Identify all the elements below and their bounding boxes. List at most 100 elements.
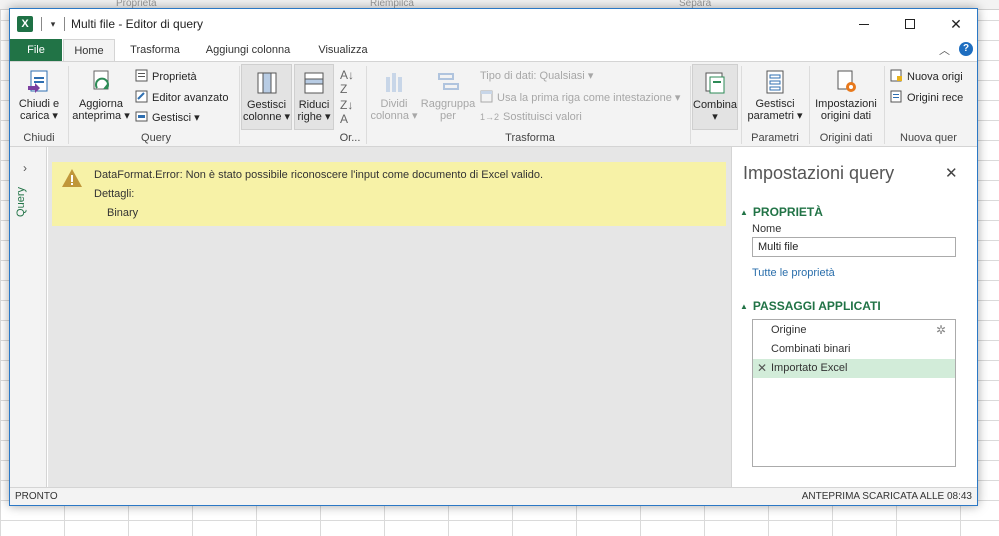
group-by-button[interactable]: Raggruppa per	[420, 68, 476, 122]
manage-label: Gestisci	[152, 112, 192, 124]
data-source-label-2: origini dati	[820, 110, 872, 122]
minimize-button[interactable]	[841, 9, 887, 39]
close-pane-icon[interactable]: ✕	[945, 164, 958, 182]
close-load-label-2: carica	[20, 110, 50, 122]
title-bar: X ▾ Multi file - Editor di query ✕	[10, 9, 977, 39]
group-divider	[690, 66, 691, 144]
properties-section-header[interactable]: ▲ PROPRIETÀ	[740, 205, 823, 219]
refresh-icon	[93, 70, 109, 90]
group-divider	[809, 66, 810, 144]
toolbar-divider	[41, 17, 42, 31]
group-label-ordina: Or...	[339, 132, 361, 144]
tab-file[interactable]: File	[10, 39, 62, 61]
properties-icon	[135, 69, 148, 82]
combine-button[interactable]: Combina ▾	[692, 64, 738, 130]
data-source-settings-button[interactable]: Impostazioni origini dati	[811, 68, 881, 122]
expand-queries-icon[interactable]: ›	[23, 161, 27, 175]
step-item[interactable]: Origine ✲	[753, 321, 955, 340]
sort-ascending-icon[interactable]: A↓ Z	[340, 68, 354, 96]
split-column-button[interactable]: Dividi colonna ▾	[370, 68, 418, 122]
recent-sources-label: Origini rece	[907, 92, 964, 104]
collapse-triangle-icon: ▲	[740, 302, 748, 311]
reduce-rows-label-1: Riduci	[298, 99, 330, 111]
warning-icon	[62, 169, 82, 187]
data-type-dropdown[interactable]: Tipo di dati: Qualsiasi ▾	[480, 69, 593, 83]
first-row-header-icon	[480, 90, 493, 103]
status-ready: PRONTO	[15, 491, 58, 502]
quick-access-menu-icon[interactable]: ▾	[46, 16, 60, 32]
collapse-ribbon-icon[interactable]: ︿	[939, 42, 950, 58]
refresh-preview-button[interactable]: Aggiorna anteprima ▾	[72, 68, 130, 122]
group-label-query: Query	[141, 132, 171, 144]
manage-columns-button[interactable]: Gestisci colonne ▾	[241, 64, 292, 130]
manage-columns-label-1: Gestisci	[246, 99, 287, 111]
group-divider	[366, 66, 367, 144]
sort-descending-icon[interactable]: Z↓ A	[340, 98, 353, 126]
tab-aggiungi-colonna[interactable]: Aggiungi colonna	[198, 39, 298, 61]
query-editor-window: X ▾ Multi file - Editor di query ✕ File …	[9, 8, 978, 506]
parameters-icon	[766, 70, 784, 94]
manage-button[interactable]: Gestisci ▾	[135, 110, 200, 125]
step-label: Importato Excel	[771, 362, 848, 374]
properties-button[interactable]: Proprietà	[135, 69, 197, 84]
step-settings-gear-icon[interactable]: ✲	[936, 321, 946, 340]
combine-icon	[705, 72, 725, 94]
replace-values-label: Sostituisci valori	[503, 111, 582, 123]
group-by-icon	[438, 73, 459, 90]
applied-steps-list: Origine ✲ Combinati binari ✕ Importato E…	[752, 319, 956, 467]
query-name-input[interactable]	[752, 237, 956, 257]
step-item[interactable]: Combinati binari	[753, 340, 955, 359]
properties-label: Proprietà	[152, 71, 197, 83]
group-label-origini: Origini dati	[819, 132, 873, 144]
manage-parameters-label-2: parametri	[747, 110, 794, 122]
new-source-button[interactable]: Nuova origi	[890, 69, 963, 84]
manage-parameters-label-1: Gestisci	[755, 98, 795, 110]
queries-side-label[interactable]: Query	[15, 187, 27, 217]
all-properties-link[interactable]: Tutte le proprietà	[752, 267, 835, 279]
refresh-label-1: Aggiorna	[78, 98, 124, 110]
close-load-label-1: Chiudi e	[18, 98, 60, 110]
name-label: Nome	[752, 223, 782, 235]
maximize-button[interactable]	[887, 9, 933, 39]
error-details-label: Dettagli:	[94, 188, 135, 200]
new-source-icon	[890, 69, 902, 82]
group-divider	[239, 66, 240, 144]
replace-values-button[interactable]: 1→2 Sostituisci valori	[480, 110, 582, 124]
refresh-label-2: anteprima	[72, 110, 122, 122]
group-divider	[68, 66, 69, 144]
tab-visualizza[interactable]: Visualizza	[311, 39, 375, 61]
data-source-settings-icon	[837, 70, 856, 92]
new-source-label: Nuova origi	[907, 71, 963, 83]
group-label-parametri: Parametri	[751, 132, 799, 144]
advanced-editor-icon	[135, 90, 148, 103]
manage-columns-label-2: colonne	[242, 111, 282, 123]
toolbar-divider	[64, 17, 65, 31]
tab-home[interactable]: Home	[63, 39, 115, 62]
excel-app-icon: X	[17, 16, 33, 32]
collapse-triangle-icon: ▲	[740, 208, 748, 217]
manage-parameters-button[interactable]: Gestisci parametri ▾	[744, 68, 806, 122]
use-first-row-button[interactable]: Usa la prima riga come intestazione ▾	[480, 90, 680, 105]
step-label: Combinati binari	[771, 343, 851, 355]
error-details-value: Binary	[107, 207, 139, 219]
step-item-selected[interactable]: ✕ Importato Excel	[753, 359, 955, 378]
group-divider	[884, 66, 885, 144]
data-source-label-1: Impostazioni	[815, 98, 877, 110]
close-window-button[interactable]: ✕	[933, 9, 979, 39]
help-icon[interactable]: ?	[959, 42, 973, 56]
group-label-nuova-query: Nuova quer	[900, 132, 957, 144]
ribbon-tabs: File Home Trasforma Aggiungi colonna Vis…	[10, 39, 977, 62]
applied-steps-header[interactable]: ▲ PASSAGGI APPLICATI	[740, 299, 881, 313]
window-title: Multi file - Editor di query	[71, 17, 204, 31]
error-text: DataFormat.Error: Non è stato possibile …	[94, 169, 544, 181]
reduce-rows-button[interactable]: Riduci righe ▾	[294, 64, 334, 130]
error-message-box: DataFormat.Error: Non è stato possibile …	[52, 162, 726, 226]
use-first-row-label: Usa la prima riga come intestazione	[497, 92, 672, 104]
close-and-load-button[interactable]: Chiudi e carica ▾	[14, 68, 64, 122]
tab-trasforma[interactable]: Trasforma	[123, 39, 187, 61]
queries-side-panel[interactable]: › Query	[10, 147, 47, 487]
recent-sources-button[interactable]: Origini rece	[890, 90, 963, 105]
replace-values-icon: 1→2	[480, 112, 500, 122]
delete-step-icon[interactable]: ✕	[757, 359, 767, 378]
advanced-editor-button[interactable]: Editor avanzato	[135, 90, 228, 105]
